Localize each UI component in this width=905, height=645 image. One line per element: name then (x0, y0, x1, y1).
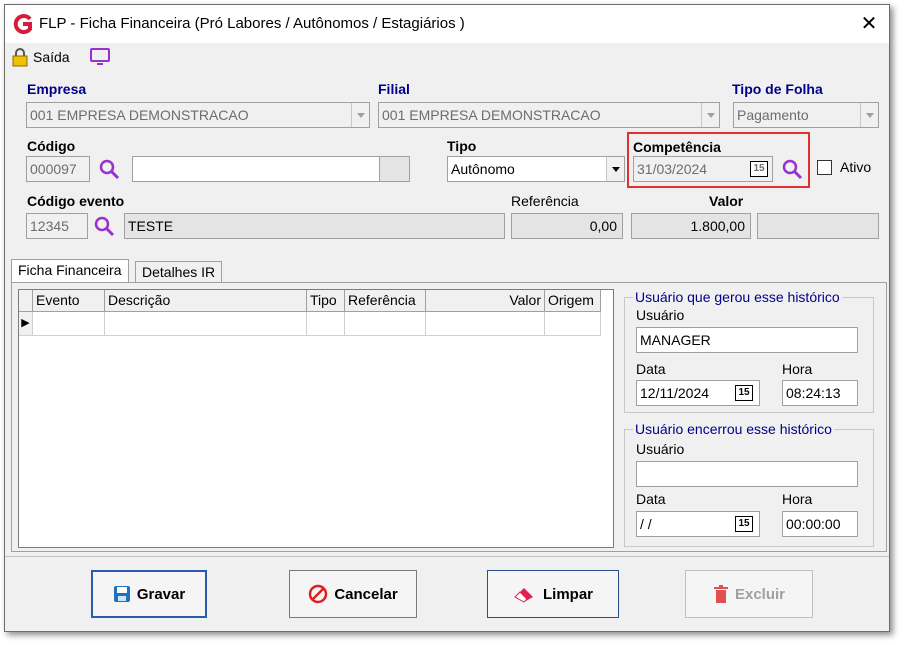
codigo-evento-description: TESTE (124, 213, 505, 239)
col-evento[interactable]: Evento (33, 290, 105, 312)
codigo-input[interactable]: 000097 (26, 156, 90, 182)
calendar-icon[interactable]: 15 (735, 385, 753, 401)
codigo-evento-input[interactable]: 12345 (26, 213, 88, 239)
cancelar-button[interactable]: Cancelar (289, 570, 417, 618)
valor-label: Valor (709, 193, 744, 209)
encerrou-usuario-label: Usuário (636, 441, 685, 457)
table-cell[interactable] (307, 312, 345, 336)
tab-detalhes-ir-label: Detalhes IR (142, 264, 216, 280)
valor-extra (757, 213, 879, 239)
filial-value: 001 EMPRESA DEMONSTRACAO (382, 107, 601, 123)
tipo-value: Autônomo (451, 161, 515, 177)
codigo-description (132, 156, 380, 182)
tipo-select[interactable]: Autônomo (447, 156, 625, 182)
empresa-select[interactable]: 001 EMPRESA DEMONSTRACAO (26, 102, 370, 128)
exit-button[interactable]: Saída (11, 47, 70, 67)
close-button[interactable]: ✕ (857, 11, 881, 36)
window-title: FLP - Ficha Financeira (Pró Labores / Au… (39, 15, 465, 32)
referencia-value: 0,00 (511, 213, 623, 239)
grid-corner (19, 290, 33, 312)
table-cell[interactable] (426, 312, 545, 336)
competencia-input[interactable]: 31/03/2024 15 (633, 156, 773, 182)
ficha-financeira-window: FLP - Ficha Financeira (Pró Labores / Au… (4, 4, 890, 632)
chevron-down-icon (351, 103, 369, 127)
gerou-usuario-label: Usuário (636, 307, 685, 323)
monitor-icon[interactable] (89, 47, 111, 67)
col-origem[interactable]: Origem (545, 290, 601, 312)
table-cell[interactable] (33, 312, 105, 336)
encerrou-data-value: / / (640, 516, 652, 532)
col-valor[interactable]: Valor (426, 290, 545, 312)
encerrou-legend: Usuário encerrou esse histórico (635, 421, 832, 437)
competencia-value: 31/03/2024 (637, 161, 708, 177)
excluir-label: Excluir (734, 585, 786, 603)
tab-ficha-financeira-label: Ficha Financeira (18, 262, 122, 278)
trash-icon (713, 585, 728, 603)
table-cell[interactable] (545, 312, 601, 336)
tab-detalhes-ir[interactable]: Detalhes IR (135, 261, 223, 283)
limpar-label: Limpar (542, 585, 593, 603)
table-cell[interactable] (345, 312, 426, 336)
gerou-hora-label: Hora (782, 361, 813, 377)
codigo-description-tail (380, 156, 410, 182)
competencia-label: Competência (633, 139, 721, 155)
lock-icon (12, 48, 28, 67)
search-icon[interactable] (93, 215, 115, 237)
calendar-icon[interactable]: 15 (735, 516, 753, 532)
gerou-legend: Usuário que gerou esse histórico (635, 289, 840, 305)
empresa-value: 001 EMPRESA DEMONSTRACAO (30, 107, 249, 123)
gerou-hora-field[interactable]: 08:24:13 (782, 380, 858, 406)
cancel-icon (309, 584, 328, 604)
footer-divider (5, 556, 889, 557)
tipo-label: Tipo (447, 138, 477, 154)
limpar-button[interactable]: Limpar (487, 570, 619, 618)
exit-label: Saída (33, 49, 70, 65)
gerou-data-field[interactable]: 12/11/2024 15 (636, 380, 760, 406)
encerrou-hora-field[interactable]: 00:00:00 (782, 511, 858, 537)
tab-panel: Evento Descrição Tipo Referência Valor O… (11, 282, 887, 552)
eraser-icon (514, 588, 533, 603)
tipo-folha-value: Pagamento (737, 107, 809, 123)
col-referencia[interactable]: Referência (345, 290, 426, 312)
valor-value: 1.800,00 (631, 213, 751, 239)
gravar-button[interactable]: Gravar (91, 570, 207, 618)
codigo-label: Código (27, 138, 76, 154)
col-tipo[interactable]: Tipo (307, 290, 345, 312)
tab-ficha-financeira[interactable]: Ficha Financeira (11, 259, 129, 283)
tipo-folha-label: Tipo de Folha (732, 81, 823, 97)
codigo-evento-label: Código evento (27, 193, 125, 209)
encerrou-usuario-field[interactable] (636, 461, 858, 487)
gerou-data-value: 12/11/2024 (640, 385, 710, 401)
filial-label: Filial (378, 81, 410, 97)
row-indicator: ▶ (19, 312, 33, 336)
gerou-data-label: Data (636, 361, 666, 377)
tipo-folha-select[interactable]: Pagamento (733, 102, 879, 128)
encerrou-hora-label: Hora (782, 491, 813, 507)
search-icon[interactable] (98, 158, 120, 180)
gerou-usuario-field[interactable]: MANAGER (636, 327, 858, 353)
search-icon[interactable] (781, 158, 803, 180)
events-grid[interactable]: Evento Descrição Tipo Referência Valor O… (18, 289, 614, 548)
excluir-button[interactable]: Excluir (685, 570, 813, 618)
filial-select[interactable]: 001 EMPRESA DEMONSTRACAO (378, 102, 720, 128)
gravar-label: Gravar (136, 585, 186, 603)
referencia-label: Referência (511, 193, 579, 209)
empresa-label: Empresa (27, 81, 87, 97)
app-logo-icon (13, 14, 32, 34)
col-descricao[interactable]: Descrição (105, 290, 307, 312)
calendar-icon[interactable]: 15 (750, 161, 768, 177)
encerrou-data-label: Data (636, 491, 666, 507)
table-cell[interactable] (105, 312, 307, 336)
encerrou-data-field[interactable]: / / 15 (636, 511, 760, 537)
title-bar: FLP - Ficha Financeira (Pró Labores / Au… (5, 5, 889, 43)
chevron-down-icon (606, 157, 624, 181)
chevron-down-icon (701, 103, 719, 127)
save-icon (113, 586, 130, 602)
ativo-checkbox[interactable] (817, 160, 832, 175)
chevron-down-icon (860, 103, 878, 127)
ativo-label: Ativo (840, 159, 872, 175)
cancelar-label: Cancelar (334, 585, 398, 603)
